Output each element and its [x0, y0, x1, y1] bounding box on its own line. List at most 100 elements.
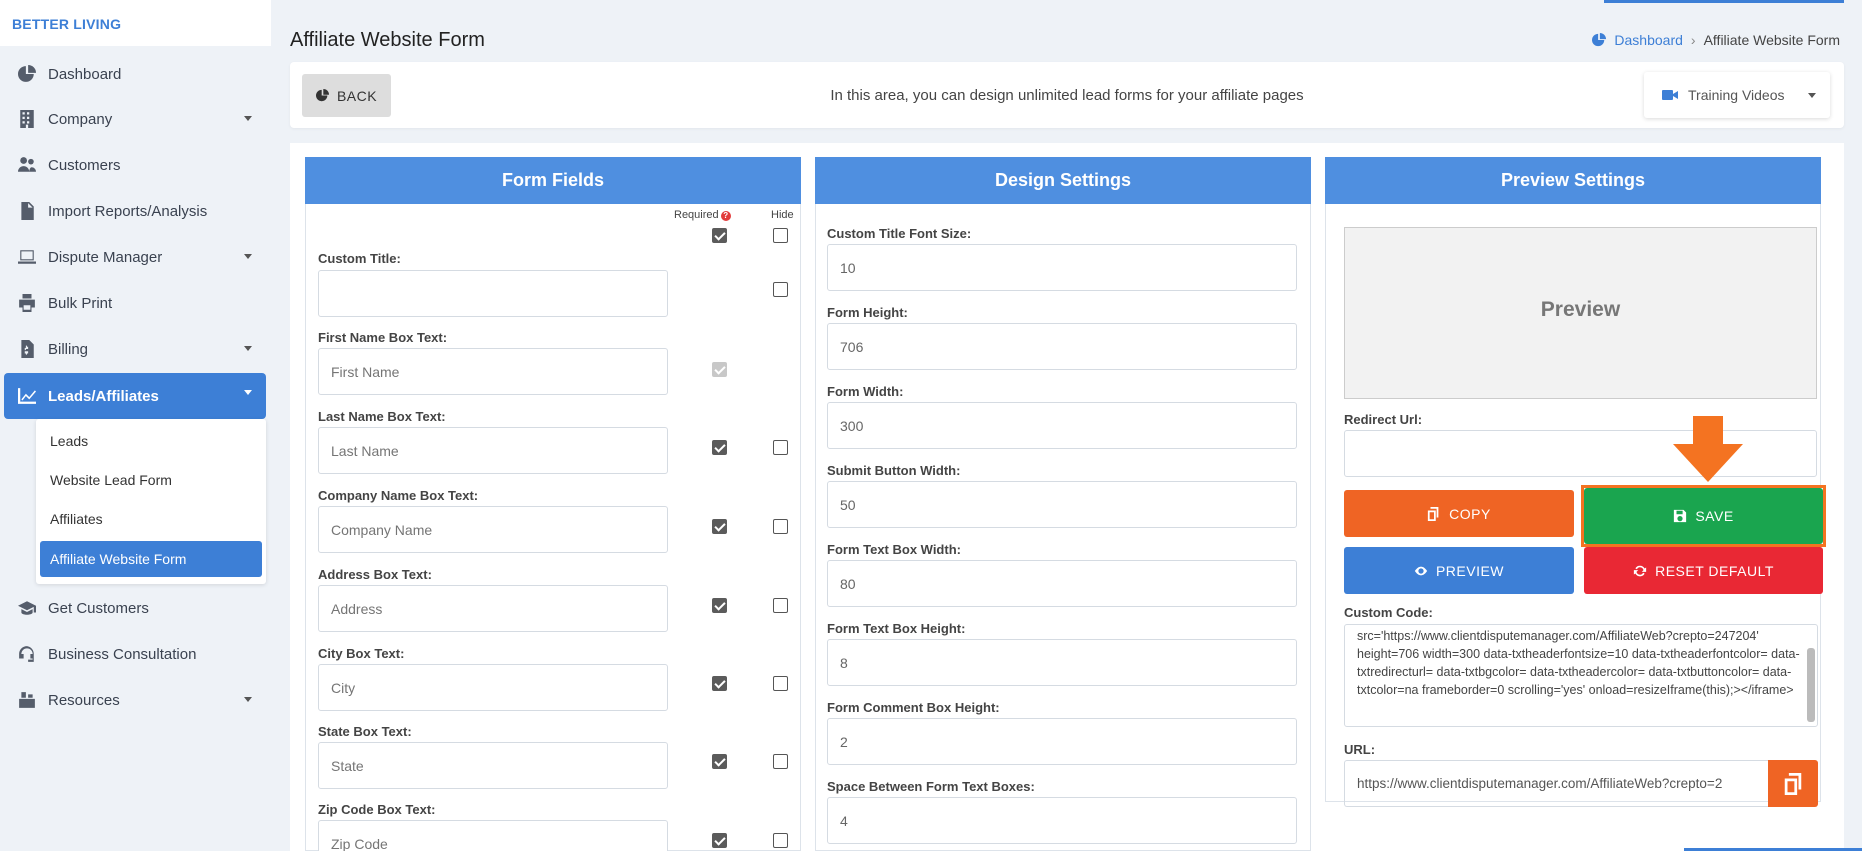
required-column-header: Required? — [674, 209, 731, 221]
preview-area: Preview — [1344, 227, 1817, 399]
help-icon[interactable]: ? — [720, 211, 731, 221]
breadcrumb-home-link[interactable]: Dashboard — [1592, 32, 1683, 48]
city-label: City Box Text: — [318, 646, 405, 661]
form-width-input[interactable] — [827, 402, 1297, 449]
last-name-label: Last Name Box Text: — [318, 409, 446, 424]
url-label: URL: — [1344, 742, 1376, 757]
state-hide-checkbox[interactable] — [773, 754, 788, 769]
sidebar-item-customers[interactable]: Customers — [4, 145, 266, 185]
sidebar-item-billing[interactable]: Billing — [4, 329, 266, 369]
city-input[interactable] — [318, 664, 668, 711]
sidebar-item-resources[interactable]: Resources — [4, 680, 266, 720]
last-name-required-checkbox[interactable] — [712, 440, 727, 455]
required-label: Required — [674, 209, 719, 221]
sidebar-item-label: Business Consultation — [48, 645, 197, 663]
sidebar-item-company[interactable]: Company — [4, 99, 266, 139]
url-copy-button[interactable] — [1768, 760, 1818, 807]
redirect-url-input[interactable] — [1344, 430, 1817, 477]
company-name-required-checkbox[interactable] — [712, 519, 727, 534]
submenu-item-affiliate-website-form[interactable]: Affiliate Website Form — [40, 541, 262, 577]
url-input[interactable]: https://www.clientdisputemanager.com/Aff… — [1344, 760, 1772, 807]
comment-box-height-input[interactable] — [827, 718, 1297, 765]
form-fields-header: Form Fields — [305, 157, 801, 204]
sidebar-item-label: Resources — [48, 691, 120, 709]
box-icon — [18, 691, 36, 709]
last-name-hide-checkbox[interactable] — [773, 440, 788, 455]
zip-code-hide-checkbox[interactable] — [773, 833, 788, 848]
breadcrumb-home-label: Dashboard — [1614, 32, 1683, 48]
zip-code-input[interactable] — [318, 820, 668, 851]
city-required-checkbox[interactable] — [712, 676, 727, 691]
text-box-spacing-input[interactable] — [827, 797, 1297, 844]
custom-title-input[interactable] — [318, 270, 668, 317]
breadcrumb: Dashboard › Affiliate Website Form — [1592, 32, 1840, 48]
last-name-input[interactable] — [318, 427, 668, 474]
company-name-input[interactable] — [318, 506, 668, 553]
address-input[interactable] — [318, 585, 668, 632]
file-import-icon — [18, 202, 36, 220]
brand-logo[interactable]: BETTER LIVING — [0, 0, 271, 46]
hide-all-checkbox[interactable] — [773, 228, 788, 243]
info-bar: BACK In this area, you can design unlimi… — [290, 62, 1844, 128]
sidebar-item-dispute-manager[interactable]: Dispute Manager — [4, 237, 266, 277]
form-width-label: Form Width: — [827, 384, 904, 399]
reset-default-button[interactable]: RESET DEFAULT — [1584, 547, 1823, 594]
text-box-height-input[interactable] — [827, 639, 1297, 686]
address-required-checkbox[interactable] — [712, 598, 727, 613]
custom-title-label: Custom Title: — [318, 251, 401, 266]
custom-code-textarea[interactable]: src='https://www.clientdisputemanager.co… — [1344, 624, 1818, 727]
laptop-icon — [18, 248, 36, 266]
page-title: Affiliate Website Form — [290, 29, 485, 51]
form-height-input[interactable] — [827, 323, 1297, 370]
training-videos-dropdown[interactable]: Training Videos — [1644, 72, 1830, 118]
submit-button-width-input[interactable] — [827, 481, 1297, 528]
sidebar-item-leads-affiliates[interactable]: Leads/Affiliates — [4, 373, 266, 419]
sidebar-item-label: Bulk Print — [48, 294, 113, 312]
custom-code-scrollbar[interactable] — [1807, 648, 1815, 722]
training-videos-label: Training Videos — [1688, 87, 1785, 103]
title-font-size-label: Custom Title Font Size: — [827, 226, 972, 241]
sidebar-item-bulk-print[interactable]: Bulk Print — [4, 283, 266, 323]
first-name-label: First Name Box Text: — [318, 330, 448, 345]
sidebar-item-label: Billing — [48, 340, 89, 358]
breadcrumb-current: Affiliate Website Form — [1703, 32, 1840, 48]
save-button[interactable]: SAVE — [1584, 488, 1823, 544]
graduation-cap-icon — [18, 599, 36, 617]
submenu-item-affiliates[interactable]: Affiliates — [36, 502, 266, 536]
submenu-item-leads[interactable]: Leads — [36, 424, 266, 458]
sidebar-item-dashboard[interactable]: Dashboard — [4, 54, 266, 94]
chevron-down-icon — [1808, 93, 1816, 98]
printer-icon — [18, 294, 36, 312]
required-all-checkbox[interactable] — [712, 228, 727, 243]
copy-button[interactable]: COPY — [1344, 490, 1574, 537]
first-name-input[interactable] — [318, 348, 668, 395]
company-name-hide-checkbox[interactable] — [773, 519, 788, 534]
custom-title-hide-checkbox[interactable] — [773, 282, 788, 297]
zip-code-required-checkbox[interactable] — [712, 833, 727, 848]
sidebar-item-label: Get Customers — [48, 599, 149, 617]
sidebar: BETTER LIVING Dashboard Company Customer… — [0, 0, 271, 851]
save-button-label: SAVE — [1695, 508, 1734, 524]
title-font-size-input[interactable] — [827, 244, 1297, 291]
chevron-down-icon — [244, 390, 252, 395]
sidebar-item-label: Dashboard — [48, 65, 122, 83]
chevron-right-icon: › — [1690, 32, 1696, 48]
submit-button-width-label: Submit Button Width: — [827, 463, 961, 478]
top-accent-bar — [1604, 0, 1844, 3]
state-input[interactable] — [318, 742, 668, 789]
sidebar-item-import-reports[interactable]: Import Reports/Analysis — [4, 191, 266, 231]
state-label: State Box Text: — [318, 724, 412, 739]
company-name-label: Company Name Box Text: — [318, 488, 479, 503]
save-icon — [1674, 509, 1687, 523]
submenu-item-website-lead-form[interactable]: Website Lead Form — [36, 463, 266, 497]
sidebar-item-business-consultation[interactable]: Business Consultation — [4, 634, 266, 674]
text-box-width-input[interactable] — [827, 560, 1297, 607]
pie-chart-icon — [18, 65, 36, 83]
sidebar-item-get-customers[interactable]: Get Customers — [4, 588, 266, 628]
address-hide-checkbox[interactable] — [773, 598, 788, 613]
sidebar-item-label: Import Reports/Analysis — [48, 202, 208, 220]
state-required-checkbox[interactable] — [712, 754, 727, 769]
info-text: In this area, you can design unlimited l… — [830, 87, 1304, 104]
city-hide-checkbox[interactable] — [773, 676, 788, 691]
preview-button[interactable]: PREVIEW — [1344, 547, 1574, 594]
